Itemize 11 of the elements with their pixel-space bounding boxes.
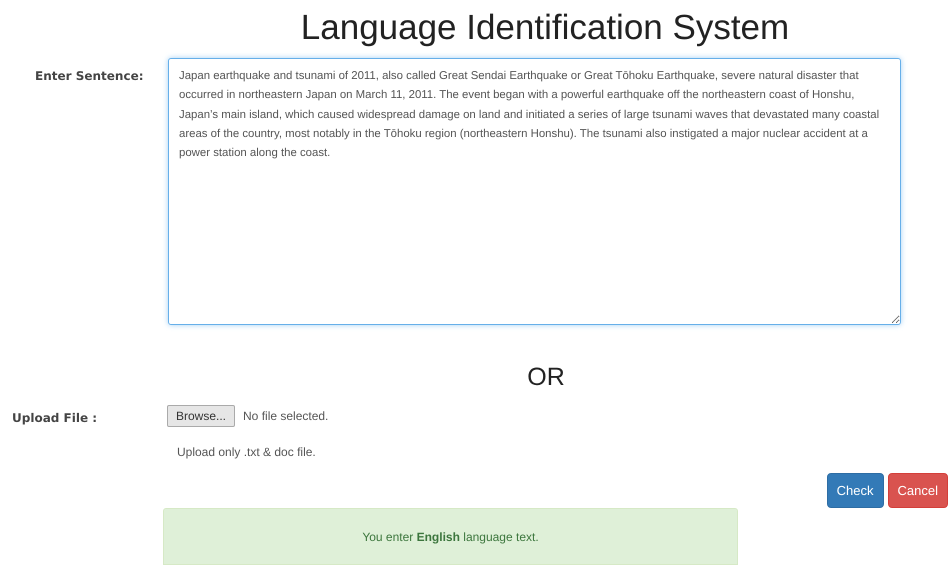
browse-button[interactable]: Browse... [167,405,236,427]
field-label: Enter Sentence: [34,68,145,83]
field-label: Upload File : [11,410,98,427]
page-title: Language Identification System [300,7,790,49]
or-separator: OR [526,363,566,393]
result-alert: You enter English language text. [163,508,738,565]
check-button[interactable]: Check [826,473,884,508]
file-status: No file selected. [243,409,328,423]
cancel-button[interactable]: Cancel [888,473,948,508]
upload-hint: Upload only .txt & doc file. [177,445,317,459]
sentence-field[interactable]: Japan earthquake and tsunami of 2011, also called Great Sendai Earthquake or Great Tōhoku Earthquake, severe natural disaster that occurred in northeastern Japan on March 11, 2011. The event began with a powerful earthquake off the northeastern coast of Honshu, Japan’s main island, which caused widespread damage on land and initiated a series of large tsunami waves that devastated many coastal areas of the country, most notably in the Tōhoku region (northeastern Honshu). The tsunami also instigated a major nuclear accident at a power station along the coast. [168,58,901,325]
